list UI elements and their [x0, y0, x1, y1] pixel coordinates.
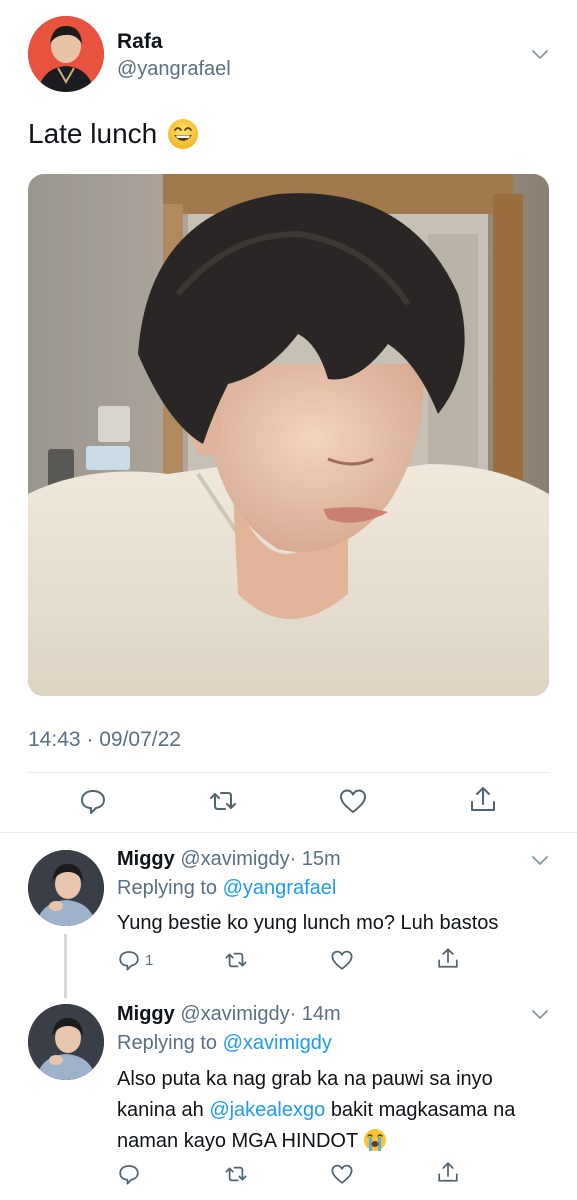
reply-author-name[interactable]: Miggy: [117, 848, 175, 870]
retweet-icon: [225, 1166, 247, 1182]
reply-icon: [119, 951, 139, 971]
like-icon: [340, 789, 366, 813]
author-name[interactable]: Rafa: [117, 30, 163, 54]
reply-reply-button[interactable]: 1: [117, 948, 153, 972]
thread-connector-line: [64, 934, 67, 998]
like-button[interactable]: [338, 786, 368, 821]
reply-icon: [119, 1165, 139, 1185]
reply-retweet-button[interactable]: [224, 1162, 248, 1191]
reply-icon: [81, 790, 105, 814]
reply-more-chevron-icon[interactable]: [530, 850, 550, 875]
share-icon: [438, 1162, 458, 1182]
reply-retweet-button[interactable]: [224, 948, 248, 977]
reply-author-handle[interactable]: @xavimigdy: [180, 848, 289, 870]
reply-text: Also puta ka nag grab ka na pauwi sa iny…: [117, 1064, 547, 1162]
tweet-timestamp[interactable]: 14:43 · 09/07/22: [28, 728, 181, 752]
share-icon: [438, 948, 458, 968]
replying-to-label: Replying to: [117, 877, 218, 899]
replying-to-label: Replying to: [117, 1032, 218, 1054]
reply-author-name[interactable]: Miggy: [117, 1003, 175, 1025]
reply-header: Miggy @xavimigdy· 15m: [117, 848, 341, 871]
replying-to-line: Replying to @xavimigdy: [117, 1032, 332, 1055]
reply-avatar[interactable]: [28, 1004, 104, 1080]
tweet-photo[interactable]: [28, 174, 549, 696]
grinning-face-emoji-icon: [167, 118, 199, 150]
reply-more-chevron-icon[interactable]: [530, 1004, 550, 1029]
retweet-icon: [225, 952, 247, 968]
reply-reply-button[interactable]: [117, 1162, 141, 1191]
divider: [0, 832, 577, 833]
retweet-button[interactable]: [208, 786, 238, 821]
loudly-crying-face-emoji-icon: [363, 1128, 387, 1162]
reply-share-button[interactable]: [436, 1160, 460, 1189]
reply-like-button[interactable]: [330, 1162, 354, 1191]
retweet-icon: [210, 792, 236, 810]
replying-to-link[interactable]: @xavimigdy: [223, 1032, 332, 1054]
tweet-text-row: Late lunch: [28, 118, 199, 150]
reply-like-button[interactable]: [330, 948, 354, 977]
more-options-chevron-icon[interactable]: [530, 44, 550, 69]
reply-text: Yung bestie ko yung lunch mo? Luh bastos: [117, 912, 499, 934]
reply-time[interactable]: · 15m: [290, 848, 341, 870]
reply-button[interactable]: [78, 786, 108, 821]
author-avatar[interactable]: [28, 16, 104, 92]
tweet-text: Late lunch: [28, 118, 158, 149]
replying-to-line: Replying to @yangrafael: [117, 877, 336, 900]
author-handle[interactable]: @yangrafael: [117, 58, 231, 81]
reply-author-handle[interactable]: @xavimigdy: [180, 1003, 289, 1025]
reply-share-button[interactable]: [436, 946, 460, 975]
like-icon: [331, 950, 353, 970]
mention-link[interactable]: @jakealexgo: [209, 1099, 325, 1121]
share-button[interactable]: [468, 784, 498, 819]
reply-header: Miggy @xavimigdy· 14m: [117, 1003, 341, 1026]
replying-to-link[interactable]: @yangrafael: [223, 877, 337, 899]
reply-avatar[interactable]: [28, 850, 104, 926]
divider: [28, 772, 549, 773]
share-icon: [471, 787, 495, 811]
reply-count: 1: [145, 951, 154, 969]
reply-time[interactable]: · 14m: [290, 1003, 341, 1025]
like-icon: [331, 1164, 353, 1184]
